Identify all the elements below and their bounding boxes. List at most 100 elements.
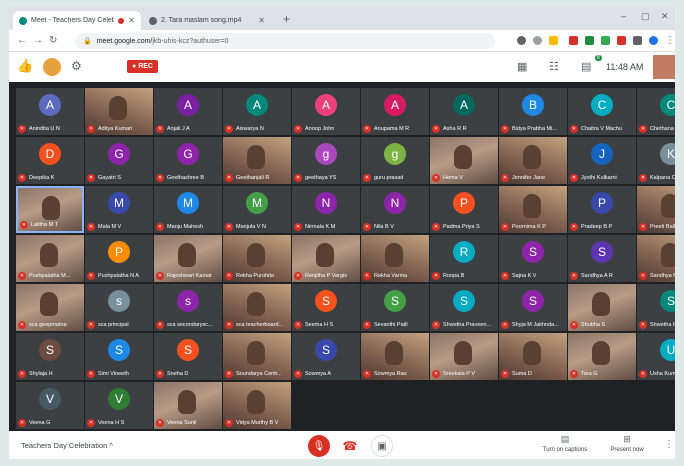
- close-window-icon[interactable]: ✕: [661, 11, 669, 22]
- zoom-icon[interactable]: [533, 36, 542, 45]
- camera-toggle-button[interactable]: ▣: [371, 435, 393, 457]
- participant-tile[interactable]: A ✕ Aiswarya N: [223, 88, 291, 135]
- captions-button[interactable]: ▤ Turn on captions: [535, 434, 595, 453]
- participant-tile[interactable]: ✕ Poornima K P: [499, 186, 567, 233]
- participant-tile[interactable]: N ✕ Nirmala K M: [292, 186, 360, 233]
- participant-tile[interactable]: S ✕ Sneha D: [154, 333, 222, 380]
- leave-call-button[interactable]: ☎: [341, 437, 359, 455]
- tab-meet[interactable]: Meet - Teachers Day Celebr... ✕: [13, 11, 141, 30]
- participant-tile[interactable]: ✕Sandhya Naik: [637, 235, 675, 282]
- participant-tile[interactable]: A ✕ Anindita U N: [16, 88, 84, 135]
- new-tab-button[interactable]: +: [283, 12, 290, 26]
- participant-tile[interactable]: S ✕ Sajna K V: [499, 235, 567, 282]
- participant-tile[interactable]: C ✕Chethana R: [637, 88, 675, 135]
- participant-tile[interactable]: ✕ Sreekala P V: [430, 333, 498, 380]
- participant-tile[interactable]: S ✕ Seema H S: [292, 284, 360, 331]
- participant-tile[interactable]: ✕ Veena Sunil: [154, 382, 222, 429]
- participant-tile[interactable]: A ✕ Asha R R: [430, 88, 498, 135]
- participant-tile[interactable]: J ✕ Jyothi Kulkarni: [568, 137, 636, 184]
- participant-tile[interactable]: N ✕ Nila B V: [361, 186, 429, 233]
- meeting-details-button[interactable]: Teachers Day Celebration ^: [21, 441, 113, 450]
- profile-avatar[interactable]: [649, 36, 658, 45]
- participant-tile[interactable]: ✕ Hema V: [430, 137, 498, 184]
- forward-icon[interactable]: →: [33, 35, 43, 46]
- participant-tile[interactable]: S ✕ Sevanthi Patil: [361, 284, 429, 331]
- self-view-thumbnail[interactable]: [653, 55, 675, 79]
- participant-tile[interactable]: S ✕ Shyja M Jakhnda...: [499, 284, 567, 331]
- chat-icon[interactable]: ▤: [581, 60, 591, 73]
- participant-tile[interactable]: M ✕ Manjula V N: [223, 186, 291, 233]
- participant-name: Roopa B: [443, 273, 465, 279]
- participant-tile[interactable]: S ✕ Simi Vineeth: [85, 333, 153, 380]
- participant-tile[interactable]: S ✕ Sowmya A: [292, 333, 360, 380]
- participant-tile[interactable]: ✕ Rajeshwari Kamat: [154, 235, 222, 282]
- participant-tile[interactable]: g ✕ geethaya YS: [292, 137, 360, 184]
- participant-tile[interactable]: ✕ Rekha Purohita: [223, 235, 291, 282]
- participant-tile[interactable]: P ✕ Pradeep B P: [568, 186, 636, 233]
- participant-tile[interactable]: ✕ Pushpalatha M...: [16, 235, 84, 282]
- close-tab-icon[interactable]: ✕: [258, 16, 265, 25]
- participant-tile[interactable]: D ✕ Deepika K: [16, 137, 84, 184]
- participant-tile[interactable]: U ✕Usha Kumari V: [637, 333, 675, 380]
- participant-tile[interactable]: P ✕ Pushpalatha N A: [85, 235, 153, 282]
- participant-tile[interactable]: A ✕ Anjali J A: [154, 88, 222, 135]
- bookmark-star-icon[interactable]: [549, 36, 558, 45]
- gear-icon[interactable]: ⚙: [71, 59, 82, 73]
- participant-tile[interactable]: A ✕ Anupama M R: [361, 88, 429, 135]
- participant-tile[interactable]: s ✕ sca secondarysc...: [154, 284, 222, 331]
- participant-tile[interactable]: G ✕ Gayatri S: [85, 137, 153, 184]
- participant-tile[interactable]: ✕ Vidya Murthy B V: [223, 382, 291, 429]
- participant-tile[interactable]: s ✕ sca principal: [85, 284, 153, 331]
- reload-icon[interactable]: ↻: [49, 35, 57, 46]
- browser-menu-icon[interactable]: ⋮: [665, 35, 675, 46]
- participant-tile[interactable]: ✕ Jennifer Jane: [499, 137, 567, 184]
- participant-tile[interactable]: ✕ Renjitha P Vargis: [292, 235, 360, 282]
- extension-shield-icon[interactable]: [569, 36, 578, 45]
- participant-tile[interactable]: P ✕ Padma Priya S: [430, 186, 498, 233]
- layout-grid-icon[interactable]: ▦: [517, 60, 527, 73]
- participant-tile[interactable]: M ✕ Mala M V: [85, 186, 153, 233]
- present-now-button[interactable]: ⊞ Present now: [597, 434, 657, 453]
- participant-tile[interactable]: S ✕ Shwetha Praveen...: [430, 284, 498, 331]
- participant-tile[interactable]: G ✕ Geethashree B: [154, 137, 222, 184]
- extension-sheets-icon[interactable]: [585, 36, 594, 45]
- minimize-icon[interactable]: –: [621, 11, 626, 21]
- participant-tile[interactable]: K ✕ Kalpana C: [637, 137, 675, 184]
- participant-tile[interactable]: g ✕ guru prasad: [361, 137, 429, 184]
- maximize-icon[interactable]: ▢: [641, 11, 650, 22]
- participant-tile[interactable]: V ✕ Veena H S: [85, 382, 153, 429]
- participant-tile[interactable]: ✕ Geethanjali R: [223, 137, 291, 184]
- mic-toggle-button[interactable]: 🎙: [308, 435, 330, 457]
- participant-tile[interactable]: V ✕ Veena G: [16, 382, 84, 429]
- tab-video[interactable]: 2. Tara maslam song.mp4 ✕: [143, 11, 271, 30]
- participant-tile[interactable]: S ✕ Sandhya A R: [568, 235, 636, 282]
- participant-tile[interactable]: ✕ Rekha Varma: [361, 235, 429, 282]
- participant-tile[interactable]: ✕ Sowmya Rao: [361, 333, 429, 380]
- participant-tile[interactable]: ✕ Shubha S: [568, 284, 636, 331]
- participant-tile[interactable]: ✕ Suma D: [499, 333, 567, 380]
- participant-tile[interactable]: M ✕ Manju Mahesh: [154, 186, 222, 233]
- participant-tile[interactable]: R ✕ Roopa B: [430, 235, 498, 282]
- participant-tile[interactable]: B ✕ Bidya Prabha Mi...: [499, 88, 567, 135]
- raise-hand-icon[interactable]: 👍: [17, 58, 33, 74]
- participant-tile[interactable]: ✕ sca geepmatna: [16, 284, 84, 331]
- extensions-puzzle-icon[interactable]: [633, 36, 642, 45]
- close-tab-icon[interactable]: ✕: [128, 16, 135, 25]
- participant-tile[interactable]: S ✕ Shylaja H: [16, 333, 84, 380]
- people-icon[interactable]: ☷: [549, 60, 559, 73]
- url-input[interactable]: 🔒 meet.google.com/jkb-uhis-kcz?authuser=…: [75, 33, 495, 49]
- back-icon[interactable]: ←: [17, 35, 27, 46]
- extension-badge-icon[interactable]: [617, 36, 626, 45]
- participant-tile[interactable]: ✕ sca teacherboard...: [223, 284, 291, 331]
- participant-tile[interactable]: S ✕ Shwetha R: [637, 284, 675, 331]
- participant-tile[interactable]: ✕ Lalitha M T: [16, 186, 84, 233]
- participant-tile[interactable]: ✕Preeti Ballary: [637, 186, 675, 233]
- more-options-icon[interactable]: ⋮: [664, 439, 674, 450]
- participant-tile[interactable]: ✕ Tara G: [568, 333, 636, 380]
- camera-icon[interactable]: [517, 36, 526, 45]
- participant-tile[interactable]: C ✕ Chaitra V Machu: [568, 88, 636, 135]
- participant-tile[interactable]: ✕ Soundarya Centr...: [223, 333, 291, 380]
- participant-tile[interactable]: A ✕ Anoop John: [292, 88, 360, 135]
- participant-tile[interactable]: ✕ Aditya Kumari: [85, 88, 153, 135]
- extension-record-icon[interactable]: [601, 36, 610, 45]
